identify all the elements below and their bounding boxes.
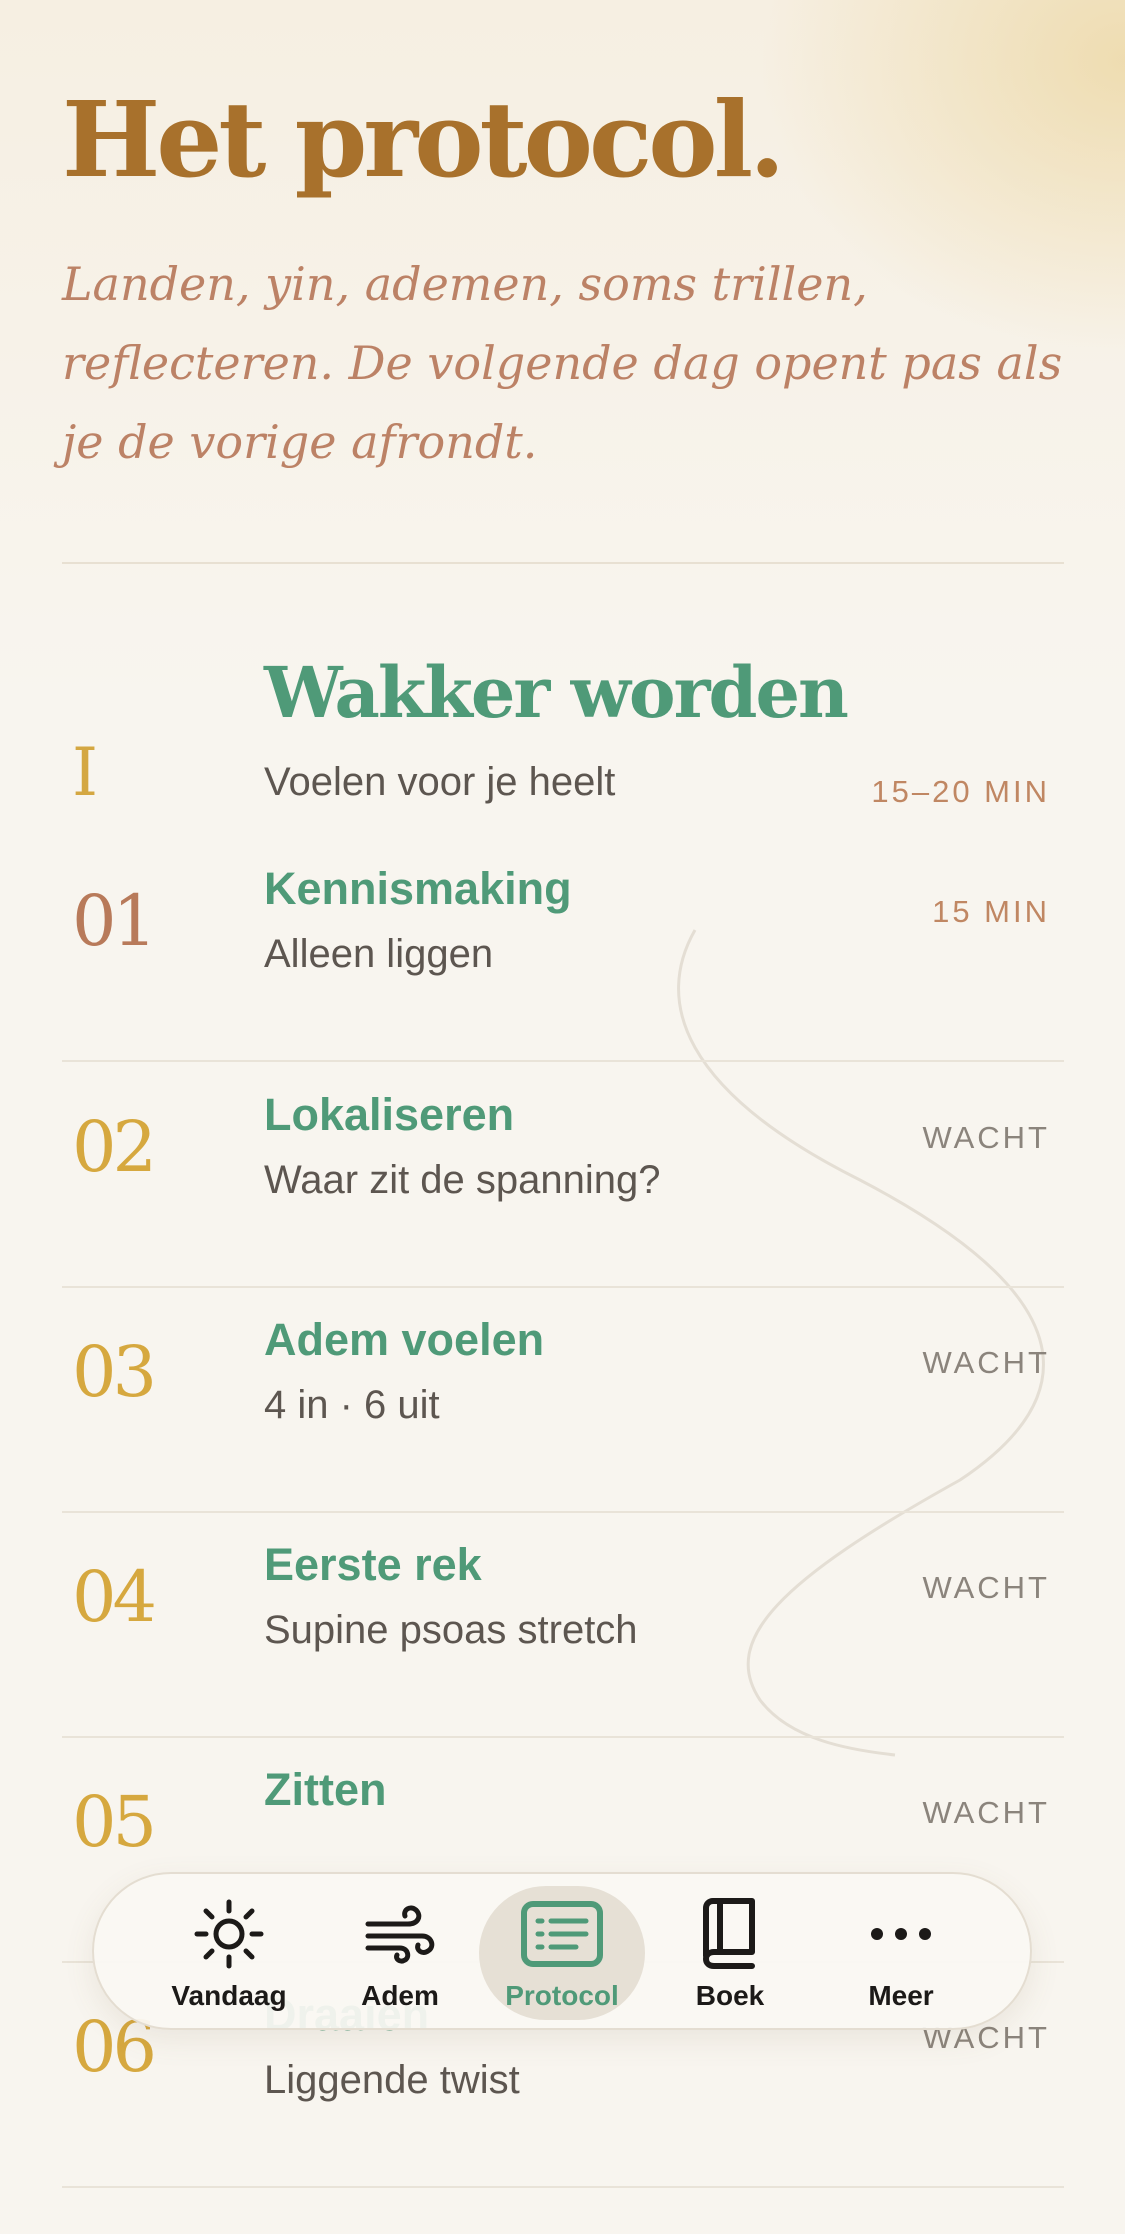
step-subtitle: 4 in · 6 uit <box>264 1383 440 1427</box>
wind-icon <box>365 1905 435 1964</box>
step-subtitle: Alleen liggen <box>264 932 494 976</box>
tab-meer[interactable]: Meer <box>816 1886 986 2020</box>
step-title: Eerste rek <box>264 1539 482 1590</box>
sun-icon <box>194 1899 264 1969</box>
tab-label: Vandaag <box>171 1980 287 2011</box>
document-icon <box>521 1901 603 1967</box>
step-subtitle: Supine psoas stretch <box>264 1608 638 1652</box>
step-row-lokaliseren[interactable]: 02 Lokaliseren Waar zit de spanning? WAC… <box>0 1062 1125 1288</box>
tab-label: Boek <box>695 1980 765 2011</box>
tab-label: Adem <box>361 1980 439 2011</box>
step-title: Zitten <box>264 1764 387 1815</box>
lesson-duration: 15–20 MIN <box>871 774 1050 809</box>
step-title: Lokaliseren <box>264 1089 515 1140</box>
step-subtitle: Waar zit de spanning? <box>264 1158 661 1202</box>
step-subtitle: Liggende twist <box>264 2058 520 2102</box>
intro-text: Landen, yin, ademen, soms trillen, refle… <box>62 257 1063 469</box>
tab-protocol[interactable]: Protocol <box>479 1886 645 2020</box>
step-status: WACHT <box>922 1795 1050 1830</box>
row-divider <box>62 2186 1064 2188</box>
step-status: WACHT <box>922 1120 1050 1155</box>
step-number: 01 <box>72 880 157 962</box>
step-title: Kennismaking <box>264 863 572 914</box>
lesson-numeral: I <box>72 734 98 811</box>
step-row-kennismaking[interactable]: 01 Kennismaking Alleen liggen 15 MIN <box>0 836 1125 1062</box>
book-icon <box>703 1898 755 1969</box>
tab-label: Meer <box>868 1980 934 2011</box>
step-row-adem-voelen[interactable]: 03 Adem voelen 4 in · 6 uit WACHT <box>0 1287 1125 1513</box>
lesson-subtitle: Voelen voor je heelt <box>264 760 616 804</box>
step-number: 04 <box>72 1556 157 1638</box>
page-title: Het protocol. <box>62 78 785 201</box>
step-number: 02 <box>72 1106 157 1188</box>
tab-label: Protocol <box>505 1980 619 2011</box>
step-status: WACHT <box>922 1345 1050 1380</box>
step-number: 03 <box>72 1331 157 1413</box>
tab-vandaag[interactable]: Vandaag <box>144 1886 314 2020</box>
step-row-eerste-rek[interactable]: 04 Eerste rek Supine psoas stretch WACHT <box>0 1512 1125 1738</box>
step-status: WACHT <box>922 1570 1050 1605</box>
lesson-title: Wakker worden <box>264 651 849 734</box>
bottom-tab-bar: Vandaag Adem Protocol Boek Meer <box>92 1872 1032 2030</box>
step-title: Adem voelen <box>264 1314 545 1365</box>
header-divider <box>62 562 1064 564</box>
tab-boek[interactable]: Boek <box>645 1886 815 2020</box>
step-status: 15 MIN <box>932 894 1050 929</box>
tab-adem[interactable]: Adem <box>315 1886 485 2020</box>
more-icon <box>871 1928 931 1940</box>
step-number: 05 <box>72 1781 157 1863</box>
